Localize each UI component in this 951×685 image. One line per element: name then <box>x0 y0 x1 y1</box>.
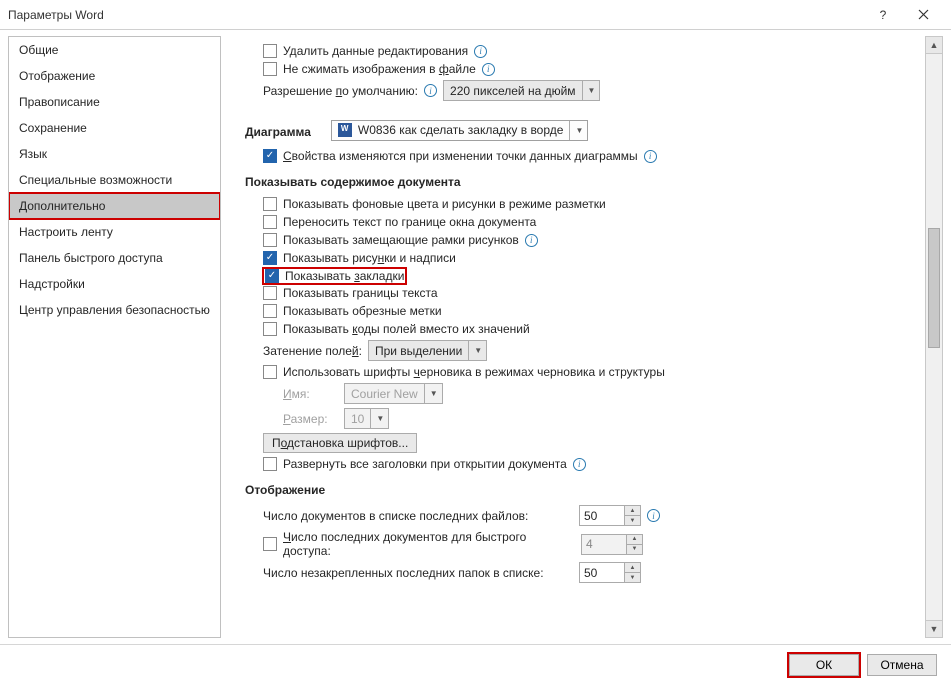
spinner[interactable]: ▲▼ <box>624 563 640 582</box>
select-resolution-value: 220 пикселей на дюйм <box>450 84 576 98</box>
select-font-name: Courier New ▼ <box>344 383 443 404</box>
sidebar-item-language[interactable]: Язык <box>9 141 220 167</box>
checkbox-wrap[interactable] <box>263 215 277 229</box>
sidebar-item-save[interactable]: Сохранение <box>9 115 220 141</box>
checkbox-text-bounds[interactable] <box>263 286 277 300</box>
checkbox-expand-headings[interactable] <box>263 457 277 471</box>
input-quick-docs-value: 4 <box>582 535 626 554</box>
section-diagram: Диаграмма <box>245 125 311 139</box>
sidebar: Общие Отображение Правописание Сохранени… <box>8 36 221 638</box>
label-no-compress: Не сжимать изображения в файле <box>283 62 476 76</box>
input-recent-docs[interactable]: 50 ▲▼ <box>579 505 641 526</box>
scroll-down-arrow[interactable]: ▼ <box>925 620 943 638</box>
label-font-size: Размер: <box>283 412 338 426</box>
select-diagram-value: W0836 как сделать закладку в ворде <box>358 123 564 137</box>
select-resolution[interactable]: 220 пикселей на дюйм ▼ <box>443 80 600 101</box>
label-bg: Показывать фоновые цвета и рисунки в реж… <box>283 197 606 211</box>
checkbox-crop[interactable] <box>263 304 277 318</box>
select-shading-value: При выделении <box>375 344 462 358</box>
ok-button[interactable]: ОК <box>789 654 859 676</box>
checkbox-quick-docs[interactable] <box>263 537 277 551</box>
word-doc-icon <box>338 123 352 137</box>
checkbox-draft-font[interactable] <box>263 365 277 379</box>
sidebar-item-trust[interactable]: Центр управления безопасностью <box>9 297 220 323</box>
label-bookmarks: Показывать закладки <box>285 269 404 283</box>
sidebar-item-addins[interactable]: Надстройки <box>9 271 220 297</box>
close-icon <box>918 9 929 20</box>
scroll-up-arrow[interactable]: ▲ <box>925 36 943 54</box>
label-recent-docs: Число документов в списке последних файл… <box>263 509 573 523</box>
label-field-codes: Показывать коды полей вместо их значений <box>283 322 530 336</box>
sidebar-item-advanced[interactable]: Дополнительно <box>9 193 220 219</box>
checkbox-drawings[interactable] <box>263 251 277 265</box>
label-diagram-props: Свойства изменяются при изменении точки … <box>283 149 638 163</box>
sidebar-item-proofing[interactable]: Правописание <box>9 89 220 115</box>
select-font-name-value: Courier New <box>351 387 418 401</box>
select-diagram-doc[interactable]: W0836 как сделать закладку в ворде ▼ <box>331 120 588 141</box>
checkbox-delete-editing-data[interactable] <box>263 44 277 58</box>
sidebar-item-accessibility[interactable]: Специальные возможности <box>9 167 220 193</box>
checkbox-diagram-props[interactable] <box>263 149 277 163</box>
scrollbar[interactable]: ▲ ▼ <box>925 36 943 638</box>
info-icon[interactable]: i <box>573 458 586 471</box>
label-drawings: Показывать рисунки и надписи <box>283 251 456 265</box>
label-delete-editing-data: Удалить данные редактирования <box>283 44 468 58</box>
label-resolution: Разрешение по умолчанию: <box>263 84 418 98</box>
cancel-button[interactable]: Отмена <box>867 654 937 676</box>
label-wrap: Переносить текст по границе окна докумен… <box>283 215 536 229</box>
info-icon[interactable]: i <box>424 84 437 97</box>
chevron-down-icon: ▼ <box>569 121 583 140</box>
checkbox-field-codes[interactable] <box>263 322 277 336</box>
input-pinned[interactable]: 50 ▲▼ <box>579 562 641 583</box>
spinner: ▲▼ <box>626 535 642 554</box>
chevron-down-icon: ▼ <box>468 341 482 360</box>
input-recent-docs-value: 50 <box>580 506 624 525</box>
checkbox-bg[interactable] <box>263 197 277 211</box>
label-pinned: Число незакрепленных последних папок в с… <box>263 566 573 580</box>
chevron-down-icon: ▼ <box>424 384 438 403</box>
label-draft-font: Использовать шрифты черновика в режимах … <box>283 365 665 379</box>
label-text-bounds: Показывать границы текста <box>283 286 438 300</box>
label-placeholders: Показывать замещающие рамки рисунков <box>283 233 519 247</box>
titlebar: Параметры Word ? <box>0 0 951 30</box>
sidebar-item-display[interactable]: Отображение <box>9 63 220 89</box>
content-panel: Удалить данные редактирования i Не сжима… <box>227 36 925 638</box>
info-icon[interactable]: i <box>644 150 657 163</box>
label-expand-headings: Развернуть все заголовки при открытии до… <box>283 457 567 471</box>
info-icon[interactable]: i <box>474 45 487 58</box>
section-doc-content: Показывать содержимое документа <box>245 175 917 189</box>
sidebar-item-ribbon[interactable]: Настроить ленту <box>9 219 220 245</box>
sidebar-item-qat[interactable]: Панель быстрого доступа <box>9 245 220 271</box>
button-font-subst[interactable]: Подстановка шрифтов... <box>263 433 417 453</box>
help-button[interactable]: ? <box>863 1 903 29</box>
scroll-thumb[interactable] <box>928 228 940 348</box>
spinner[interactable]: ▲▼ <box>624 506 640 525</box>
label-crop: Показывать обрезные метки <box>283 304 442 318</box>
chevron-down-icon: ▼ <box>582 81 596 100</box>
checkbox-no-compress[interactable] <box>263 62 277 76</box>
close-button[interactable] <box>903 1 943 29</box>
footer: ОК Отмена <box>0 644 951 684</box>
label-font-name: Имя: <box>283 387 338 401</box>
select-font-size: 10 ▼ <box>344 408 389 429</box>
input-quick-docs: 4 ▲▼ <box>581 534 643 555</box>
label-shading: Затенение полей: <box>263 344 362 358</box>
info-icon[interactable]: i <box>647 509 660 522</box>
label-quick-docs: Число последних документов для быстрого … <box>283 530 575 558</box>
info-icon[interactable]: i <box>482 63 495 76</box>
checkbox-placeholders[interactable] <box>263 233 277 247</box>
checkbox-bookmarks[interactable] <box>265 269 279 283</box>
section-display: Отображение <box>245 483 917 497</box>
info-icon[interactable]: i <box>525 234 538 247</box>
select-font-size-value: 10 <box>351 412 364 426</box>
input-pinned-value: 50 <box>580 563 624 582</box>
window-title: Параметры Word <box>8 8 863 22</box>
sidebar-item-general[interactable]: Общие <box>9 37 220 63</box>
chevron-down-icon: ▼ <box>370 409 384 428</box>
select-shading[interactable]: При выделении ▼ <box>368 340 487 361</box>
